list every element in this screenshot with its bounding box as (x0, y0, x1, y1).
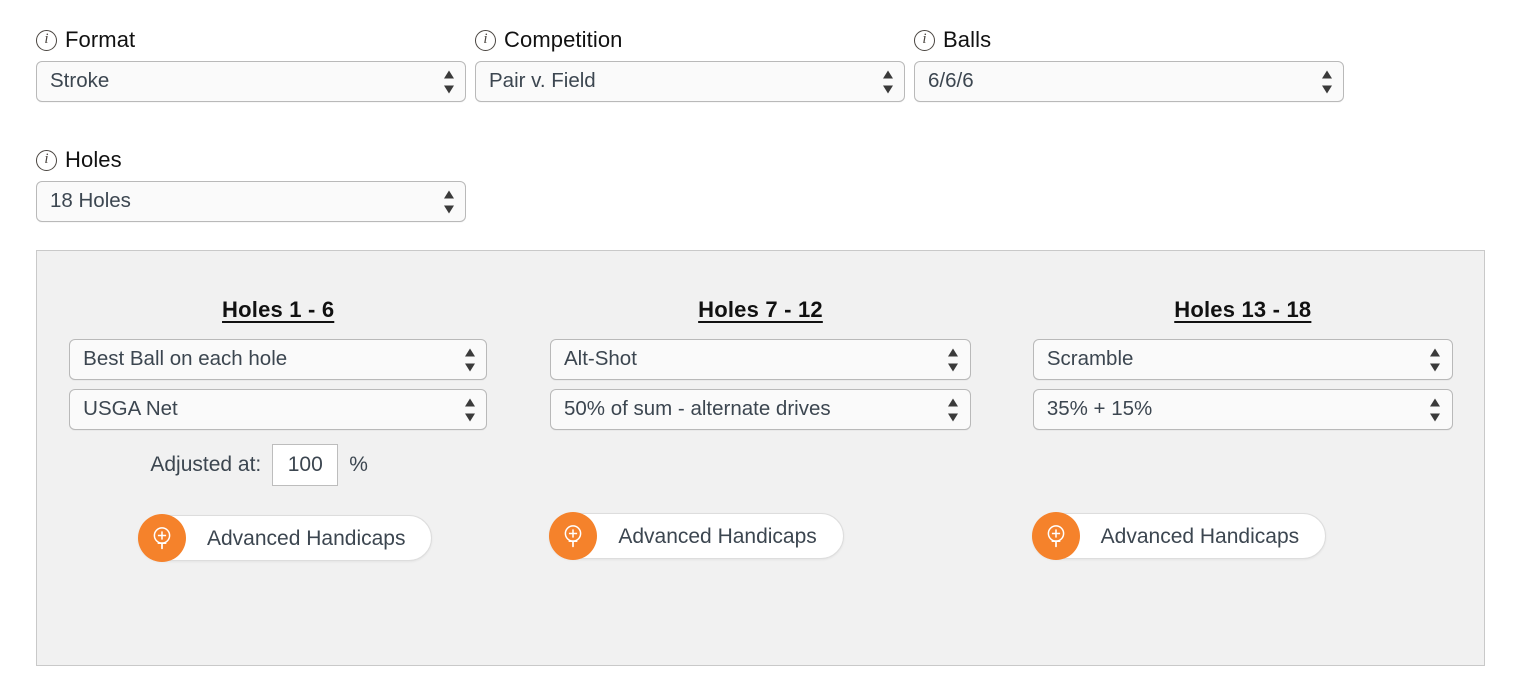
competition-label: Competition (504, 27, 623, 53)
info-icon-glyph: i (483, 32, 487, 47)
game-format-value-1: Best Ball on each hole (83, 349, 287, 370)
balls-label: Balls (943, 27, 991, 53)
field-balls: i Balls 6/6/6 (914, 27, 1344, 102)
hole-segment-columns: Holes 1 - 6 Best Ball on each hole USGA … (37, 251, 1484, 561)
stepper-arrows-icon[interactable] (1321, 70, 1332, 93)
format-label-row: i Format (36, 27, 466, 53)
game-format-value-2: Alt-Shot (564, 349, 637, 370)
info-icon-glyph: i (44, 152, 48, 167)
top-settings-row-2: i Holes 18 Holes (36, 147, 466, 222)
stepper-arrows-icon[interactable] (1430, 348, 1441, 371)
format-label: Format (65, 27, 135, 53)
handicap-method-select-2[interactable]: 50% of sum - alternate drives (550, 389, 971, 430)
game-format-select-1[interactable]: Best Ball on each hole (69, 339, 487, 380)
advanced-handicaps-label-2: Advanced Handicaps (618, 526, 816, 547)
game-format-value-3: Scramble (1047, 349, 1134, 370)
balls-select-value: 6/6/6 (928, 71, 974, 92)
hole-segment-column-1: Holes 1 - 6 Best Ball on each hole USGA … (37, 251, 519, 561)
info-icon[interactable]: i (36, 150, 57, 171)
info-icon-glyph: i (922, 32, 926, 47)
advanced-handicaps-wrap-3: Advanced Handicaps (1002, 513, 1484, 559)
competition-select[interactable]: Pair v. Field (475, 61, 905, 102)
segment-heading-3: Holes 13 - 18 (1002, 297, 1484, 323)
field-competition: i Competition Pair v. Field (475, 27, 905, 102)
handicap-method-value-1: USGA Net (83, 399, 178, 420)
advanced-handicaps-wrap-2: Advanced Handicaps (519, 513, 1001, 559)
adjusted-at-row: Adjusted at: 100 % (0, 444, 519, 486)
info-icon-glyph: i (44, 32, 48, 47)
stepper-arrows-icon[interactable] (1430, 398, 1441, 421)
balls-select[interactable]: 6/6/6 (914, 61, 1344, 102)
stepper-arrows-icon[interactable] (464, 398, 475, 421)
format-select-value: Stroke (50, 71, 109, 92)
balls-label-row: i Balls (914, 27, 1344, 53)
holes-label: Holes (65, 147, 122, 173)
advanced-handicaps-button-2[interactable]: Advanced Handicaps (549, 513, 843, 559)
advanced-handicaps-label-1: Advanced Handicaps (207, 528, 405, 549)
top-settings-row-1: i Format Stroke i Competition Pair v. Fi… (36, 27, 1353, 102)
handicap-method-value-3: 35% + 15% (1047, 399, 1152, 420)
competition-label-row: i Competition (475, 27, 905, 53)
golf-tee-plus-icon (138, 514, 186, 562)
competition-select-value: Pair v. Field (489, 71, 596, 92)
handicap-method-select-1[interactable]: USGA Net (69, 389, 487, 430)
adjusted-at-input[interactable]: 100 (272, 444, 338, 486)
stepper-arrows-icon[interactable] (948, 348, 959, 371)
advanced-handicaps-wrap-1: Advanced Handicaps (37, 515, 519, 561)
holes-select-value: 18 Holes (50, 191, 131, 212)
handicap-method-select-3[interactable]: 35% + 15% (1033, 389, 1453, 430)
field-holes: i Holes 18 Holes (36, 147, 466, 222)
advanced-handicaps-button-3[interactable]: Advanced Handicaps (1032, 513, 1326, 559)
hole-segments-panel: Holes 1 - 6 Best Ball on each hole USGA … (36, 250, 1485, 666)
holes-label-row: i Holes (36, 147, 466, 173)
advanced-handicaps-label-3: Advanced Handicaps (1101, 526, 1299, 547)
holes-select[interactable]: 18 Holes (36, 181, 466, 222)
format-select[interactable]: Stroke (36, 61, 466, 102)
field-format: i Format Stroke (36, 27, 466, 102)
golf-tee-plus-icon (1032, 512, 1080, 560)
adjusted-at-unit: % (349, 453, 368, 477)
stepper-arrows-icon[interactable] (443, 70, 454, 93)
stepper-arrows-icon[interactable] (882, 70, 893, 93)
hole-segment-column-2: Holes 7 - 12 Alt-Shot 50% of sum - alter… (519, 251, 1001, 561)
segment-heading-1: Holes 1 - 6 (37, 297, 519, 323)
stepper-arrows-icon[interactable] (464, 348, 475, 371)
stepper-arrows-icon[interactable] (443, 190, 454, 213)
game-format-select-2[interactable]: Alt-Shot (550, 339, 971, 380)
info-icon[interactable]: i (475, 30, 496, 51)
game-format-select-3[interactable]: Scramble (1033, 339, 1453, 380)
segment-heading-2: Holes 7 - 12 (519, 297, 1001, 323)
info-icon[interactable]: i (914, 30, 935, 51)
advanced-handicaps-button-1[interactable]: Advanced Handicaps (138, 515, 432, 561)
handicap-method-value-2: 50% of sum - alternate drives (564, 399, 831, 420)
adjusted-at-label: Adjusted at: (150, 453, 261, 477)
stepper-arrows-icon[interactable] (948, 398, 959, 421)
info-icon[interactable]: i (36, 30, 57, 51)
golf-tee-plus-icon (549, 512, 597, 560)
hole-segment-column-3: Holes 13 - 18 Scramble 35% + 15% (1002, 251, 1484, 561)
